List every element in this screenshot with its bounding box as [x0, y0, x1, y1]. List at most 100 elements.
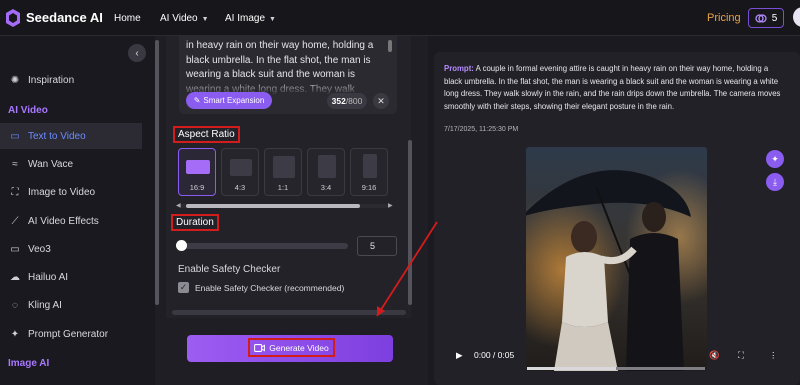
wave-icon: ≈: [12, 158, 18, 170]
panel-scrollbar[interactable]: [408, 140, 412, 305]
ratio-option-3-4[interactable]: 3:4: [307, 148, 345, 196]
sidebar-item-label: Hailuo AI: [28, 271, 69, 283]
duration-slider[interactable]: [180, 243, 348, 249]
sparkle-icon: ✦: [771, 153, 779, 164]
safety-checker-title: Enable Safety Checker: [178, 264, 281, 275]
logo-icon: [6, 9, 20, 27]
duration-slider-knob[interactable]: [176, 240, 187, 251]
ratio-label: 1:1: [277, 183, 289, 192]
fullscreen-icon[interactable]: ⛶: [738, 350, 744, 361]
character-counter: 352/800: [327, 93, 367, 109]
download-icon: ⤓: [773, 176, 777, 187]
top-bar: Seedance AI Home AI Video ▼ AI Image ▼ Pri…: [0, 0, 800, 36]
sidebar-item-inspiration[interactable]: ✺ Inspiration: [0, 67, 142, 93]
chat-bubble-icon: ◌: [12, 299, 18, 311]
prompt-scrollbar[interactable]: [388, 40, 392, 52]
video-camera-icon: [254, 343, 266, 352]
sidebar-section-image-ai: Image AI: [8, 358, 50, 369]
volume-icon[interactable]: 🔇: [709, 350, 720, 361]
coins-icon: [755, 13, 767, 23]
safety-checker-checkbox[interactable]: ✓: [178, 282, 189, 293]
check-icon: ✓: [179, 282, 188, 292]
more-options-icon[interactable]: ⋮: [769, 350, 778, 361]
ratio-3-4-shape: [318, 155, 336, 178]
ratio-option-9-16[interactable]: 9:16: [350, 148, 388, 196]
collapse-sidebar-button[interactable]: ‹: [128, 44, 146, 62]
sidebar-item-label: Text to Video: [28, 130, 86, 142]
ratio-label: 3:4: [320, 183, 332, 192]
sidebar-section-ai-video: AI Video: [8, 105, 48, 116]
cloud-icon: ☁: [10, 271, 20, 283]
ratio-label: 9:16: [361, 183, 377, 192]
avatar[interactable]: [793, 7, 800, 27]
sidebar-item-kling-ai[interactable]: ◌ Kling AI: [0, 292, 142, 318]
generate-video-label: Generate Video: [269, 342, 329, 353]
credits-badge[interactable]: 5: [748, 8, 784, 28]
result-prompt: Prompt: A couple in formal evening attir…: [444, 63, 782, 113]
video-player[interactable]: [526, 147, 707, 371]
scroll-right-icon[interactable]: ▶: [388, 202, 393, 209]
ratio-label: 16:9: [189, 183, 205, 192]
smart-expansion-button[interactable]: ✎ Smart Expansion: [186, 92, 272, 109]
app-name[interactable]: Seedance AI: [26, 10, 103, 25]
close-icon: ✕: [377, 95, 385, 106]
sidebar-item-hailuo-ai[interactable]: ☁ Hailuo AI: [0, 264, 142, 290]
video-controls: ▶ 0:00 / 0:05 🔇 ⛶ ⋮: [445, 344, 785, 366]
video-time: 0:00 / 0:05: [474, 350, 515, 360]
sidebar-item-prompt-generator[interactable]: ✦ Prompt Generator: [0, 321, 142, 347]
chevron-down-icon: ▼: [269, 16, 276, 23]
credits-count: 5: [771, 12, 778, 24]
sidebar-item-label: Inspiration: [28, 74, 75, 86]
nav-ai-image[interactable]: AI Image ▼: [225, 13, 276, 24]
duration-label: Duration: [171, 214, 219, 231]
scroll-left-icon[interactable]: ◀: [176, 202, 181, 209]
ratio-option-16-9[interactable]: 16:9: [178, 148, 216, 196]
nav-pricing[interactable]: Pricing: [707, 12, 741, 24]
char-count: 352: [331, 96, 346, 106]
video-thumbnail: [526, 147, 707, 371]
expand-icon: ⛶: [11, 186, 19, 198]
sidebar-item-text-to-video[interactable]: ▭ Text to Video: [0, 123, 142, 149]
panel-horizontal-scrollbar[interactable]: [172, 310, 406, 315]
enhance-button[interactable]: ✦: [766, 150, 784, 168]
nav-ai-image-label: AI Image: [225, 13, 266, 24]
nav-ai-video[interactable]: AI Video ▼: [160, 13, 209, 24]
play-icon[interactable]: ▶: [456, 350, 463, 361]
video-progress-fill: [527, 367, 616, 370]
sidebar-item-veo3[interactable]: ▭ Veo3: [0, 236, 142, 262]
magic-wand-icon: ⟋: [11, 215, 19, 227]
ratio-scroll-thumb[interactable]: [186, 204, 360, 208]
sidebar-item-wan-vace[interactable]: ≈ Wan Vace: [0, 151, 142, 177]
safety-checker-label[interactable]: Enable Safety Checker (recommended): [195, 283, 344, 293]
nav-home[interactable]: Home: [114, 13, 141, 24]
video-progress[interactable]: [527, 367, 705, 370]
ratio-9-16-shape: [363, 154, 377, 178]
char-max: /800: [345, 96, 363, 106]
video-camera-icon: ▭: [10, 243, 20, 255]
sidebar-item-label: Wan Vace: [28, 158, 74, 170]
ratio-label: 4:3: [234, 183, 246, 192]
sidebar-item-image-to-video[interactable]: ⛶ Image to Video: [0, 179, 142, 205]
clear-prompt-button[interactable]: ✕: [373, 93, 389, 109]
sidebar-item-ai-video-effects[interactable]: ⟋ AI Video Effects: [0, 208, 142, 234]
aspect-ratio-label: Aspect Ratio: [173, 126, 240, 143]
download-button[interactable]: ⤓: [766, 173, 784, 191]
sparkle-icon: ✦: [10, 328, 20, 340]
ratio-option-4-3[interactable]: 4:3: [221, 148, 259, 196]
nav-ai-video-label: AI Video: [160, 13, 198, 24]
sun-icon: ✺: [10, 74, 20, 86]
sidebar-item-label: AI Video Effects: [28, 215, 99, 227]
video-camera-icon: ▭: [10, 130, 20, 142]
duration-input[interactable]: 5: [357, 236, 397, 256]
ratio-option-1-1[interactable]: 1:1: [264, 148, 302, 196]
sidebar-item-label: Prompt Generator: [28, 328, 109, 340]
generate-video-label-box[interactable]: Generate Video: [248, 338, 335, 357]
sidebar-scrollbar[interactable]: [155, 40, 159, 305]
ratio-4-3-shape: [230, 159, 252, 176]
result-timestamp: 7/17/2025, 11:25:30 PM: [444, 126, 519, 133]
ratio-16-9-shape: [186, 160, 210, 174]
smart-expansion-label: Smart Expansion: [203, 96, 265, 105]
prompt-label: Prompt:: [444, 64, 474, 73]
ratio-1-1-shape: [273, 156, 295, 178]
chevron-down-icon: ▼: [201, 16, 209, 23]
